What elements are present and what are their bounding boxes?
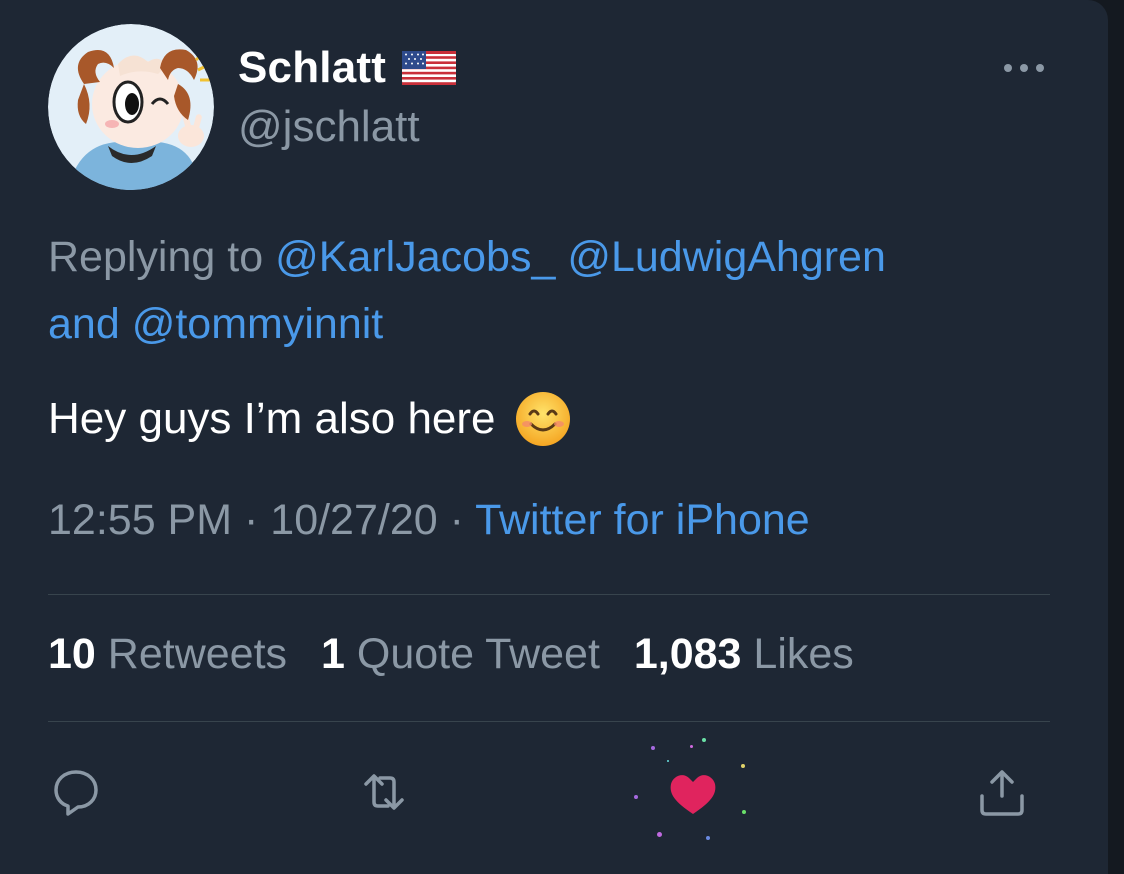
more-options-icon[interactable] [1000,56,1048,80]
screen: Schlatt @jschlatt Replying to @KarlJacob… [0,0,1124,874]
avatar-illustration [48,24,214,190]
like-button[interactable] [665,766,721,822]
heart-filled-icon [670,775,716,814]
retweets-label: Retweets [107,630,288,678]
tweet-stats: 10 Retweets 1 Quote Tweet 1,083 Likes [48,630,876,679]
meta-separator-2: · [437,496,476,544]
tweet-text: Hey guys I’m also here [48,394,496,443]
likes-count: 1,083 [633,630,742,678]
retweets-count: 10 [48,630,96,678]
tweet-time[interactable]: 12:55 PM [48,496,232,544]
tweet-meta: 12:55 PM · 10/27/20 · Twitter for iPhone [48,496,810,545]
divider-bottom [48,721,1050,722]
reply-button[interactable] [48,764,104,820]
smiling-face-emoji-icon [514,390,572,448]
share-button[interactable] [974,764,1030,820]
tweet-card: Schlatt @jschlatt Replying to @KarlJacob… [0,0,1108,874]
quotes-label: Quote Tweet [356,630,600,678]
share-upload-icon [980,770,1024,816]
retweet-icon [364,774,404,810]
avatar[interactable] [48,24,214,190]
us-flag-icon [402,51,457,85]
mention-joiner-and: and [48,300,132,348]
replying-to-line: Replying to @KarlJacobs_ @LudwigAhgren an… [48,224,1058,358]
reply-bubble-icon [54,770,98,816]
retweet-button[interactable] [356,764,412,820]
mention-tommyinnit[interactable]: @tommyinnit [132,300,384,348]
tweet-body: Hey guys I’m also here [48,390,572,448]
meta-separator: · [232,496,271,544]
mention-ludwigahgren[interactable]: @LudwigAhgren [567,233,886,281]
retweets-stat[interactable]: 10 Retweets [48,630,287,678]
quote-tweets-stat[interactable]: 1 Quote Tweet [321,630,600,678]
likes-stat[interactable]: 1,083 Likes [634,630,854,678]
mention-karljacobs[interactable]: @KarlJacobs_ [275,233,555,281]
replying-to-label: Replying to [48,233,276,281]
quotes-count: 1 [321,630,345,678]
divider-top [48,594,1050,595]
name-row: Schlatt [238,40,457,96]
display-name[interactable]: Schlatt [238,43,386,93]
user-handle[interactable]: @jschlatt [238,102,420,152]
tweet-source-link[interactable]: Twitter for iPhone [475,496,810,544]
tweet-date[interactable]: 10/27/20 [270,496,437,544]
likes-label: Likes [753,630,854,678]
